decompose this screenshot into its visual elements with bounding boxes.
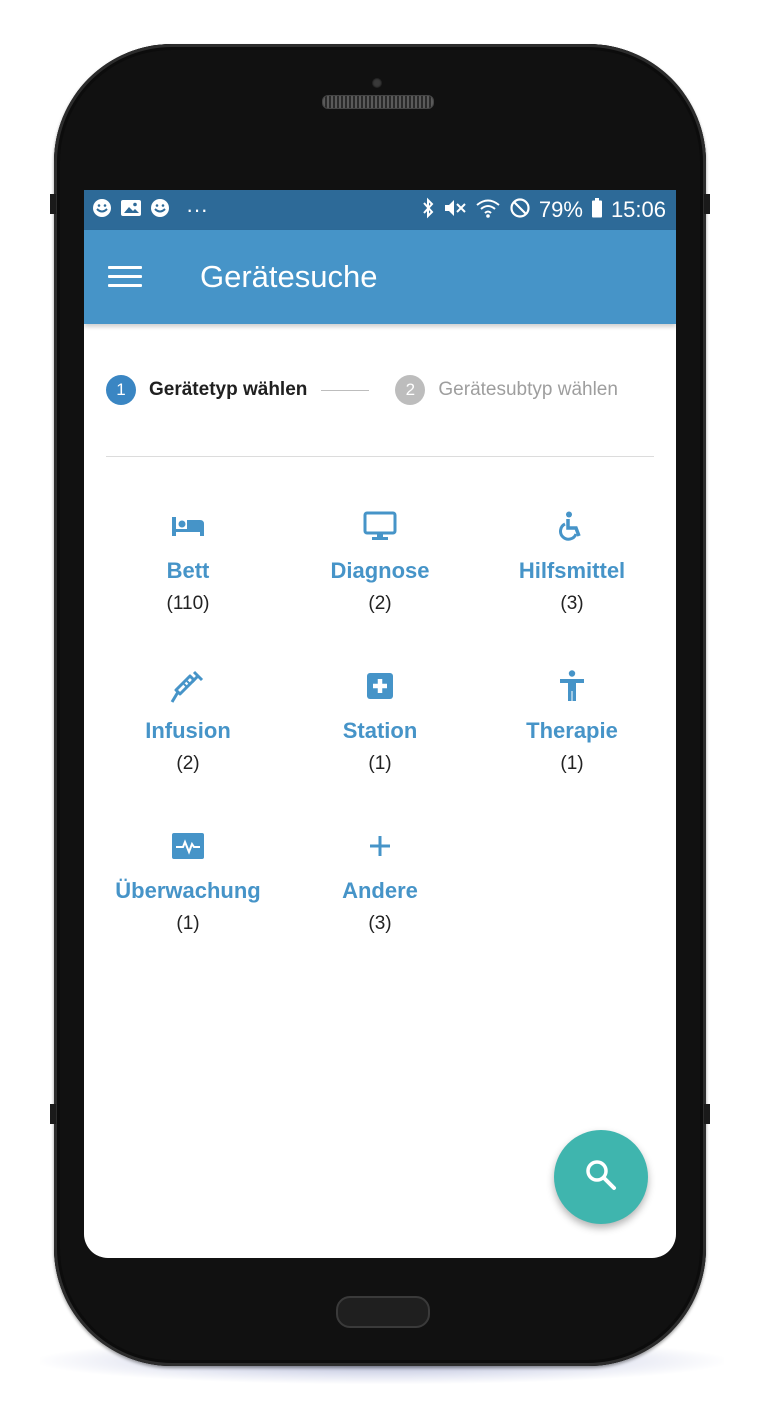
category-therapie[interactable]: Therapie (1) [476,668,668,798]
category-infusion[interactable]: Infusion (2) [92,668,284,798]
side-edge-top-left [50,194,56,214]
category-name: Infusion [145,718,231,743]
category-andere[interactable]: Andere (3) [284,828,476,958]
category-bett[interactable]: Bett (110) [92,508,284,638]
battery-icon [591,197,603,224]
block-icon [509,197,531,224]
category-name: Hilfsmittel [518,558,626,583]
category-station[interactable]: Station (1) [284,668,476,798]
monitor-icon [362,508,398,544]
category-hilfsmittel[interactable]: Hilfsmittel (3) [476,508,668,638]
category-count: (2) [368,593,392,614]
category-name: Bett [166,558,210,583]
home-button[interactable] [336,1296,430,1328]
step-1-label[interactable]: Gerätetyp wählen [149,379,307,401]
category-ueberwachung[interactable]: Überwachung (1) [92,828,284,958]
category-name: Überwachung [115,878,261,903]
category-count: (1) [368,753,392,774]
face-icon [150,198,170,223]
app-title: Gerätesuche [200,259,378,294]
step-connector [321,389,370,391]
more-notifications-indicator: ··· [186,197,208,222]
wifi-icon [475,197,501,224]
bed-icon [170,508,206,544]
category-name: Andere [342,878,418,903]
plus-icon [362,828,398,864]
bluetooth-icon [421,197,435,224]
menu-icon[interactable] [108,265,142,289]
phone-screen: ··· 79% 15:06 Gerätesuche 1 Gerätetyp wä… [84,190,676,1258]
wheelchair-icon [554,508,590,544]
category-count: (3) [368,913,392,934]
mute-icon [443,197,467,224]
heartbeat-monitor-icon [170,828,206,864]
front-camera [372,78,382,88]
image-icon [120,198,142,223]
divider [106,456,654,457]
search-button[interactable] [554,1130,648,1224]
medical-cross-icon [362,668,398,704]
step-1-indicator: 1 [106,375,136,405]
category-count: (3) [560,593,584,614]
category-count: (2) [176,753,200,774]
step-2-indicator: 2 [395,375,426,405]
category-count: (1) [560,753,584,774]
status-bar-right: 79% 15:06 [421,197,666,224]
category-name: Diagnose [330,558,430,583]
category-name: Therapie [526,718,618,743]
battery-percentage: 79% [538,197,583,222]
side-edge-bottom-left [50,1104,56,1124]
category-diagnose[interactable]: Diagnose (2) [284,508,476,638]
earpiece-speaker [322,95,434,109]
status-bar-left: ··· [92,197,208,223]
category-name: Station [342,718,418,743]
side-edge-top-right [704,194,710,214]
app-bar: Gerätesuche [84,230,676,324]
face-icon [92,198,112,223]
syringe-icon [170,668,206,704]
stepper: 1 Gerätetyp wählen 2 Gerätesubtyp wählen [106,372,654,408]
person-icon [554,668,590,704]
category-count: (110) [166,593,210,614]
category-count: (1) [176,913,200,934]
status-bar: ··· 79% 15:06 [84,190,676,230]
side-edge-bottom-right [704,1104,710,1124]
step-2-label[interactable]: Gerätesubtyp wählen [438,379,618,401]
search-icon [584,1158,618,1197]
clock: 15:06 [610,197,666,222]
